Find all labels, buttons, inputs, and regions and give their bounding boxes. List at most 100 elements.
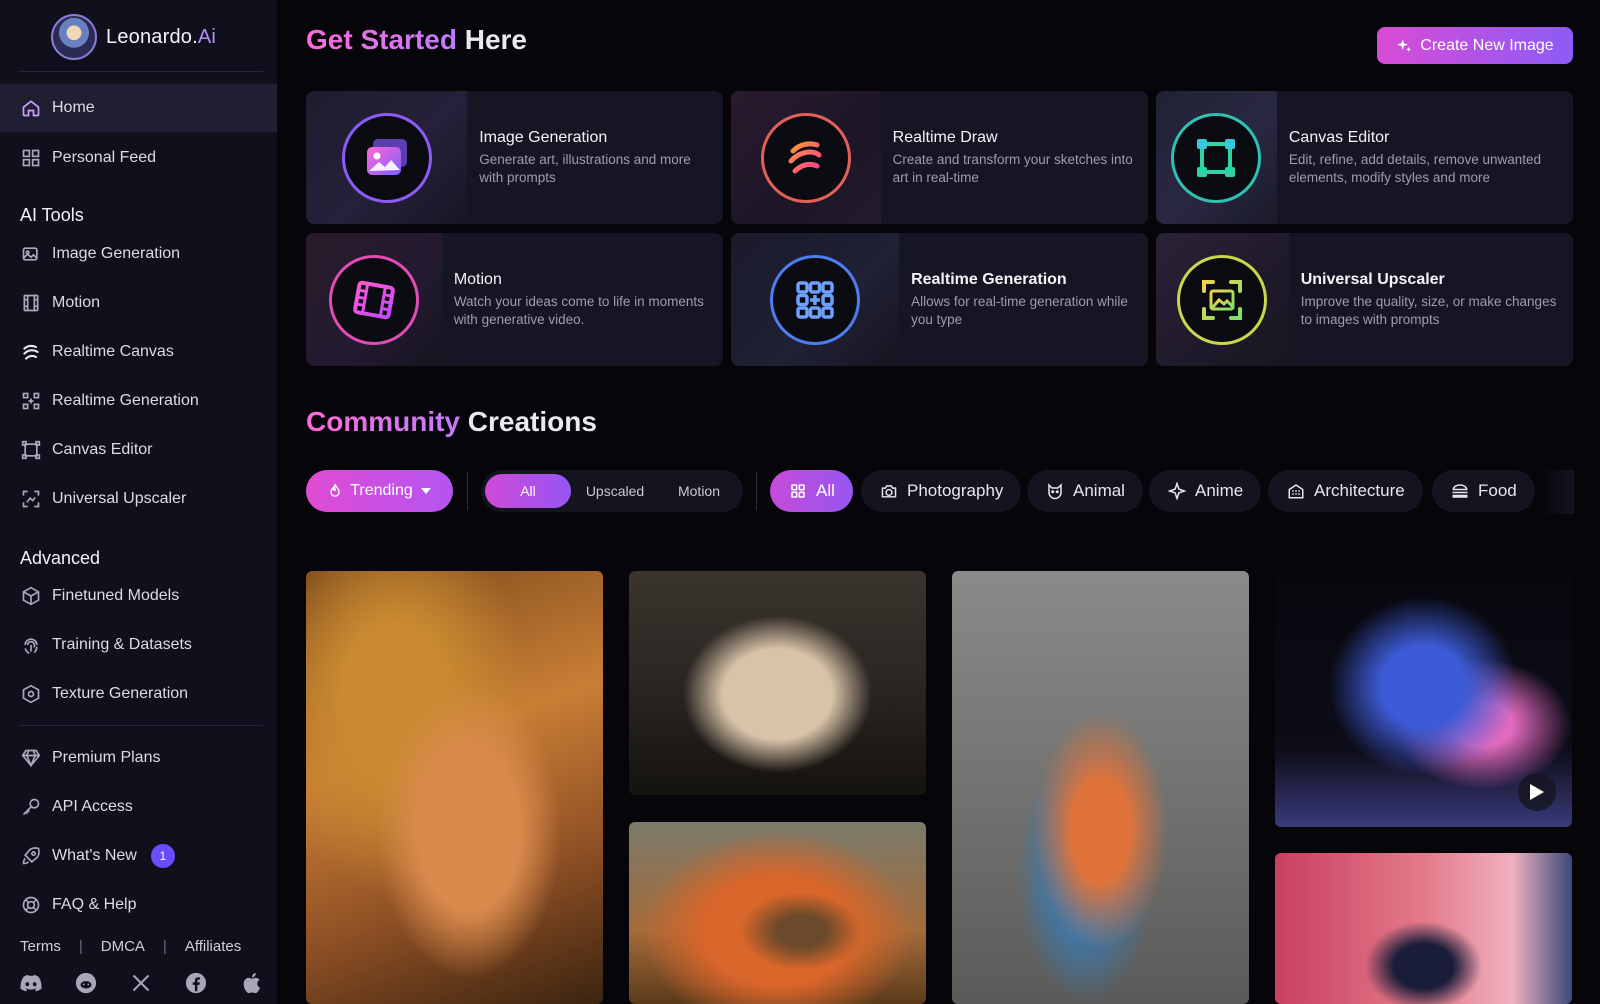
sort-label: Trending [350,482,413,499]
play-icon[interactable] [1518,773,1556,811]
brand-logo[interactable]: Leonardo.Ai [51,14,216,60]
nav-home[interactable]: Home [0,84,277,132]
fingerprint-icon [20,634,42,656]
tool-card-canvas-editor[interactable]: Canvas Editor Edit, refine, add details,… [1156,91,1573,224]
gallery-image-geometric-dress[interactable] [952,571,1249,1004]
type-filter-group: All Upscaled Motion [481,470,743,512]
x-icon[interactable] [130,972,152,994]
nav-personal-feed[interactable]: Personal Feed [0,134,277,182]
nav-realtime-generation[interactable]: Realtime Generation [0,377,277,425]
nav-universal-upscaler[interactable]: Universal Upscaler [0,475,277,523]
flame-icon [328,483,342,499]
divider [467,472,468,510]
film-icon [20,292,42,314]
section-advanced: Advanced [20,548,101,568]
gallery-image-golden-helmet-portrait[interactable] [306,571,603,1004]
texture-cube-icon [20,683,42,705]
nav-finetuned-models[interactable]: Finetuned Models [0,572,277,620]
nav-label: Image Generation [52,245,181,262]
chip-label: Photography [907,481,1004,500]
diamond-icon [20,747,42,769]
tool-title: Canvas Editor [1288,128,1390,146]
tool-card-realtime-draw[interactable]: Realtime Draw Create and transform your … [731,91,1148,224]
sparkle-icon [1396,38,1412,54]
nav-realtime-canvas[interactable]: Realtime Canvas [0,328,277,376]
tool-card-motion[interactable]: Motion Watch your ideas come to life in … [306,233,723,366]
realtime-generation-icon [770,254,861,345]
dmca-link[interactable]: DMCA [101,938,145,955]
tool-text: Realtime Generation Allows for real-time… [899,233,1148,366]
sort-dropdown[interactable]: Trending [306,470,453,512]
terms-link[interactable]: Terms [20,938,61,955]
category-architecture[interactable]: Architecture [1268,470,1423,512]
category-food[interactable]: Food [1432,470,1535,512]
motion-icon [328,254,419,345]
tool-card-realtime-generation[interactable]: Realtime Generation Allows for real-time… [731,233,1148,366]
discord-icon[interactable] [20,972,42,994]
tool-title: Image Generation [479,128,608,146]
affiliates-link[interactable]: Affiliates [185,938,241,955]
brush-stroke-icon [20,341,42,363]
category-all[interactable]: All [770,470,853,512]
divider [18,725,263,726]
nav-motion[interactable]: Motion [0,279,277,327]
logo-avatar-icon [51,14,97,60]
tool-thumbnail [1156,91,1277,224]
tool-description: Edit, refine, add details, remove unwant… [1288,151,1542,185]
grid-icon [788,481,808,501]
gallery-image-chameleon[interactable] [629,822,926,1004]
nav-whats-new[interactable]: What's New 1 [0,832,277,880]
nav-label: What's New [52,847,137,864]
tool-description: Allows for real-time generation while yo… [911,293,1128,327]
nav-image-generation[interactable]: Image Generation [0,230,277,278]
tool-text: Realtime Draw Create and transform your … [881,91,1148,224]
gallery-image-striped-handbag[interactable] [629,571,926,795]
nav-label: API Access [52,798,133,815]
tool-card-image-generation[interactable]: Image Generation Generate art, illustrat… [306,91,723,224]
chip-label: Anime [1195,481,1244,500]
type-filter-motion[interactable]: Motion [659,474,739,508]
category-anime[interactable]: Anime [1149,470,1262,512]
tool-text: Motion Watch your ideas come to life in … [442,233,723,366]
chip-label: Animal [1073,481,1125,500]
type-filter-all[interactable]: All [485,474,571,508]
tool-thumbnail [306,91,468,224]
filter-bar: Trending All Upscaled Motion All Photogr… [306,470,1574,514]
nav-canvas-editor[interactable]: Canvas Editor [0,426,277,474]
category-photography[interactable]: Photography [861,470,1022,512]
apple-icon[interactable] [240,972,262,994]
nav-label: Realtime Canvas [52,343,174,360]
facebook-icon[interactable] [185,972,207,994]
tool-card-universal-upscaler[interactable]: Universal Upscaler Improve the quality, … [1156,233,1573,366]
canvas-editor-icon [1171,112,1262,203]
nav-premium-plans[interactable]: Premium Plans [0,734,277,782]
community-title: Community Creations [306,406,597,437]
nav-label: Finetuned Models [52,587,180,604]
nav-texture-generation[interactable]: Texture Generation [0,670,277,718]
lifebuoy-icon [20,894,42,916]
nav-faq-help[interactable]: FAQ & Help [0,881,277,929]
gallery-image-iridescent-blob[interactable] [1275,571,1572,827]
scroll-fade [1538,470,1574,514]
upscale-icon [20,488,42,510]
gallery-image-illustrated-girl[interactable] [1275,853,1572,1004]
tool-title: Realtime Generation [911,270,1067,288]
chip-label: All [816,481,835,500]
reddit-icon[interactable] [75,972,97,994]
canvas-frame-icon [20,439,42,461]
nav-label: FAQ & Help [52,896,137,913]
create-new-image-button[interactable]: Create New Image [1377,27,1573,64]
image-generation-icon [341,112,432,203]
tool-thumbnail [731,91,881,224]
nav-training-datasets[interactable]: Training & Datasets [0,621,277,669]
nav-label: Realtime Generation [52,392,199,409]
type-filter-upscaled[interactable]: Upscaled [571,474,659,508]
category-animal[interactable]: Animal [1027,470,1143,512]
nav-api-access[interactable]: API Access [0,783,277,831]
tool-title: Motion [453,270,502,288]
tool-description: Watch your ideas come to life in moments… [453,293,704,327]
nav-label: Training & Datasets [52,636,192,653]
tool-description: Generate art, illustrations and more wit… [479,151,691,185]
brand-name: Leonardo.Ai [106,25,217,48]
building-icon [1286,481,1306,501]
